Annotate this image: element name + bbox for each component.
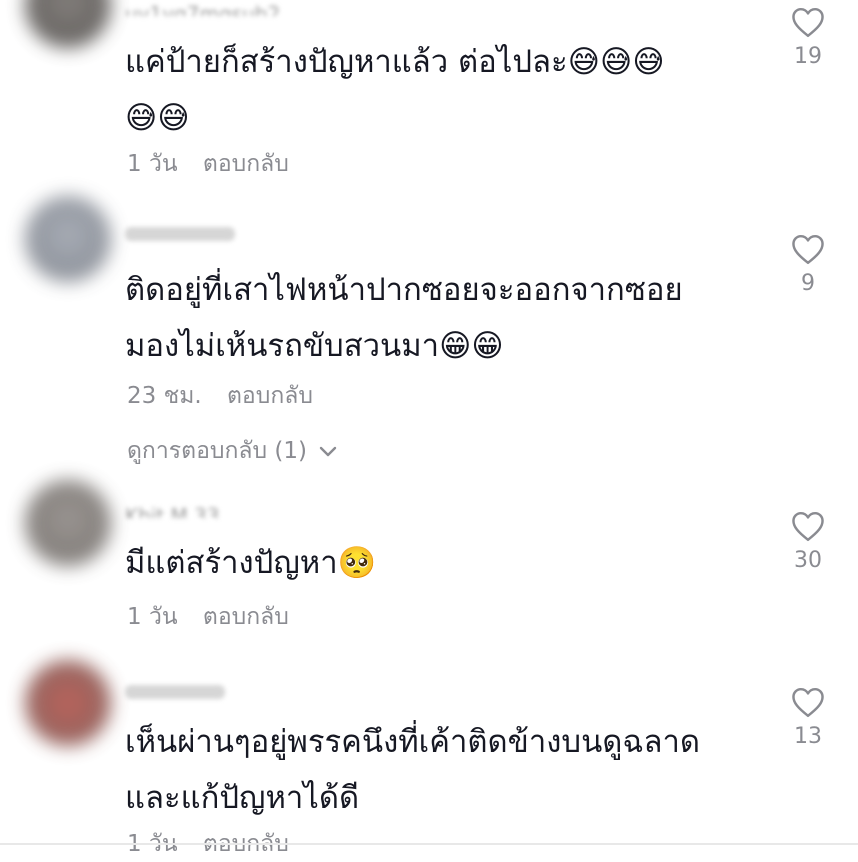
reply-button[interactable]: ตอบกลับ [203,151,289,177]
comment-time: 1 วัน [127,151,178,177]
like-button[interactable]: 13 [784,686,832,749]
divider [0,843,858,845]
comment-username[interactable]: Khit M.33. [125,504,226,518]
comment-username[interactable]: uy1yq7mqsub2 [125,2,280,16]
comment-text: เห็นผ่านๆอยู่พรรคนึงที่เค้าติดข้างบนดูฉล… [125,724,701,816]
heart-outline-icon[interactable] [790,510,826,542]
view-replies-button[interactable]: ดูการตอบกลับ (1) [127,433,338,469]
comment-text: มีแต่สร้างปัญหา🥺 [125,545,377,581]
comment-username[interactable] [125,222,235,246]
avatar[interactable] [25,0,111,48]
heart-outline-icon[interactable] [790,6,826,38]
avatar[interactable] [25,196,111,282]
comment-meta: 1 วัน ตอบกลับ [127,146,289,182]
like-button[interactable]: 19 [784,6,832,69]
avatar[interactable] [25,480,111,566]
comment-text: แค่ป้ายก็สร้างปัญหาแล้ว ต่อไปละ😅😅😅 😅😅 [125,44,665,136]
like-count: 13 [794,724,822,749]
like-button[interactable]: 9 [784,233,832,296]
comment-meta: 23 ชม. ตอบกลับ [127,378,313,414]
heart-outline-icon[interactable] [790,233,826,265]
avatar[interactable] [25,660,111,746]
comment-text: ติดอยู่ที่เสาไฟหน้าปากซอยจะออกจากซอย มอง… [125,272,683,364]
comment-time: 1 วัน [127,604,178,630]
like-count: 30 [794,548,822,573]
comment-username[interactable] [125,680,225,704]
reply-button[interactable]: ตอบกลับ [203,604,289,630]
view-replies-label: ดูการตอบกลับ (1) [127,438,307,464]
like-count: 19 [794,44,822,69]
reply-button[interactable]: ตอบกลับ [227,383,313,409]
chevron-down-icon [320,446,337,456]
like-button[interactable]: 30 [784,510,832,573]
like-count: 9 [801,271,815,296]
heart-outline-icon[interactable] [790,686,826,718]
comment-time: 23 ชม. [127,383,202,409]
comment-meta: 1 วัน ตอบกลับ [127,599,289,635]
